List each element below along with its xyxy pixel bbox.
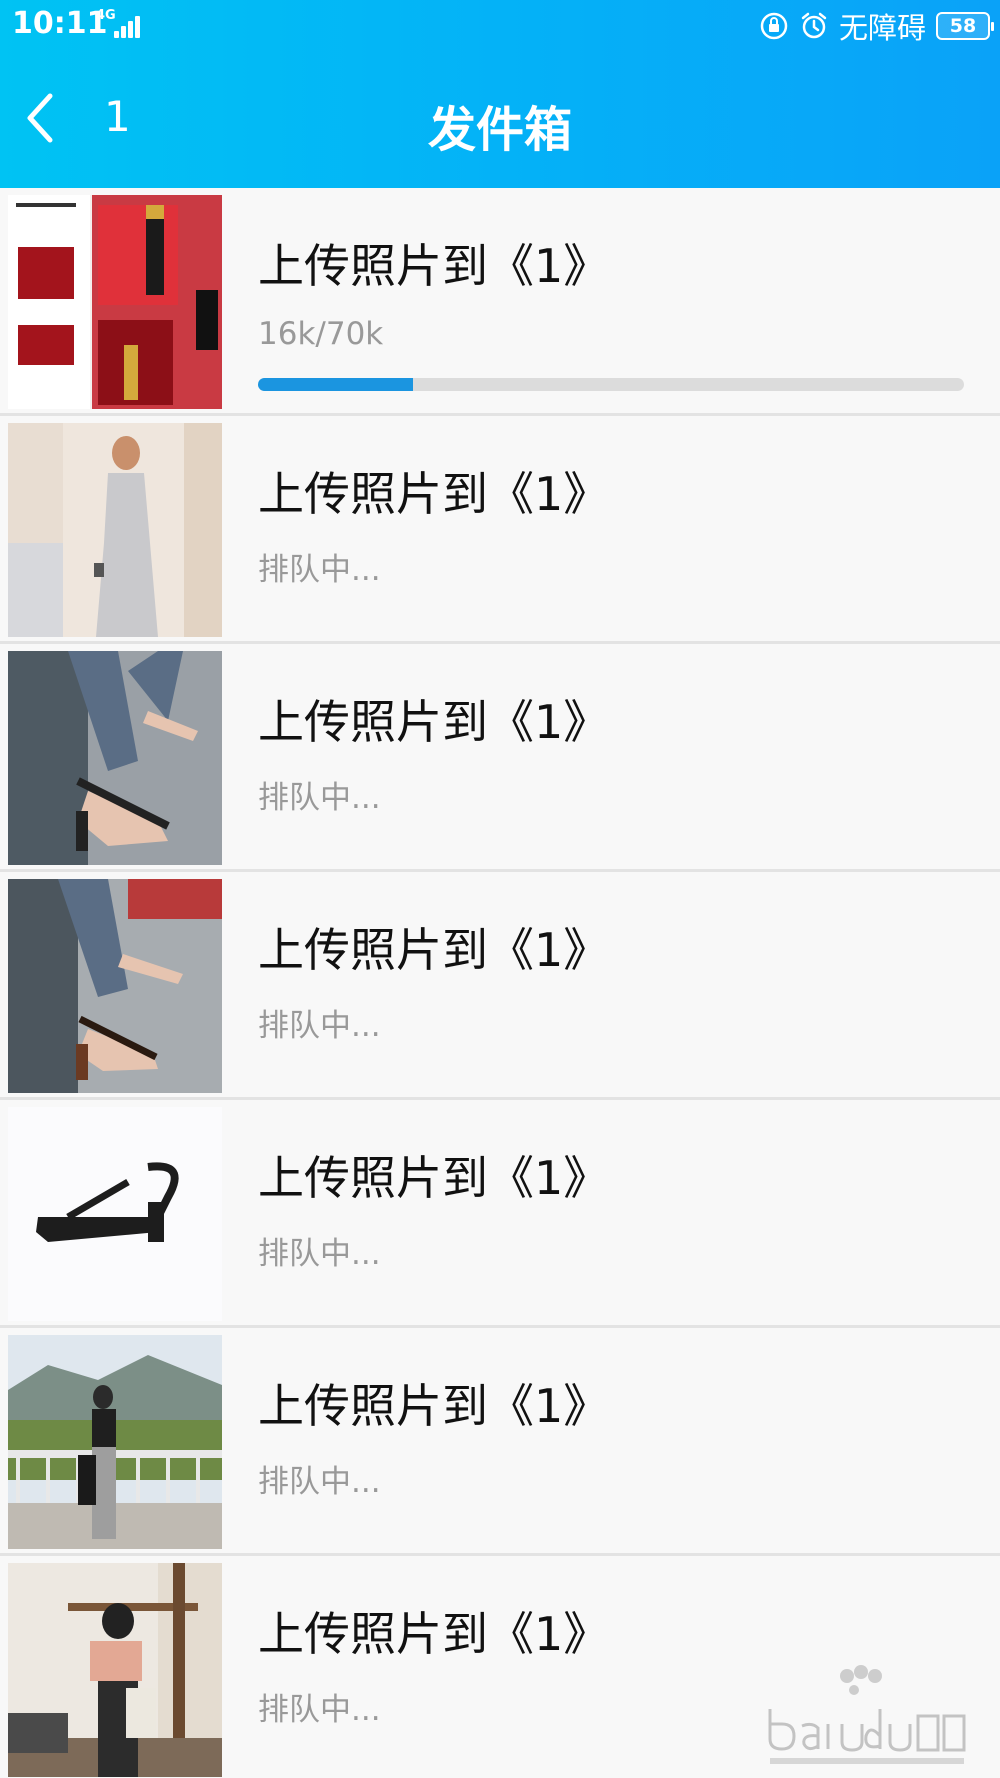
- photo-thumbnail: [8, 879, 222, 1093]
- app-header: 10:11 4G 无障碍 58 1 发件箱: [0, 0, 1000, 188]
- upload-item[interactable]: 上传照片到《1》 排队中...: [0, 872, 1000, 1100]
- upload-item[interactable]: 上传照片到《1》 排队中...: [0, 416, 1000, 644]
- upload-progress-fill: [258, 378, 414, 391]
- upload-progress-text: 16k/70k: [258, 316, 384, 352]
- upload-title: 上传照片到《1》: [258, 695, 610, 749]
- status-bar: 10:11 4G 无障碍 58: [0, 0, 1000, 50]
- photo-thumbnail: [8, 1107, 222, 1321]
- upload-progress-bar: [258, 378, 964, 391]
- upload-status: 排队中...: [258, 780, 381, 816]
- alarm-icon: [801, 12, 827, 39]
- upload-title: 上传照片到《1》: [258, 1379, 610, 1433]
- rotation-lock-icon: [760, 12, 788, 40]
- upload-status: 排队中...: [258, 1692, 381, 1728]
- upload-title: 上传照片到《1》: [258, 1151, 610, 1205]
- status-icons: 无障碍 58: [759, 6, 994, 46]
- upload-item[interactable]: 上传照片到《1》 排队中...: [0, 644, 1000, 872]
- upload-item[interactable]: 上传照片到《1》 排队中...: [0, 1328, 1000, 1556]
- photo-thumbnail: [8, 1335, 222, 1549]
- page-title: 发件箱: [427, 102, 572, 158]
- status-time: 10:11: [12, 6, 108, 41]
- upload-item[interactable]: 上传照片到《1》 16k/70k: [0, 188, 1000, 416]
- signal-icon: [112, 14, 146, 38]
- upload-title: 上传照片到《1》: [258, 239, 610, 293]
- battery-level: 58: [949, 15, 977, 37]
- upload-title: 上传照片到《1》: [258, 467, 610, 521]
- upload-status: 排队中...: [258, 1008, 381, 1044]
- upload-title: 上传照片到《1》: [258, 1607, 610, 1661]
- upload-list: 上传照片到《1》 16k/70k 上传照片到《1》 排队中... 上传照片到《1…: [0, 188, 1000, 1778]
- upload-status: 排队中...: [258, 1236, 381, 1272]
- upload-status: 排队中...: [258, 552, 381, 588]
- accessibility-label: 无障碍: [838, 11, 926, 45]
- upload-status: 排队中...: [258, 1464, 381, 1500]
- battery-icon: 58: [936, 12, 994, 40]
- photo-thumbnail: [8, 423, 222, 637]
- baidu-jingyan-watermark-logo: [768, 1665, 966, 1764]
- photo-thumbnail: [8, 1563, 222, 1777]
- upload-title: 上传照片到《1》: [258, 923, 610, 977]
- upload-item[interactable]: 上传照片到《1》 排队中...: [0, 1100, 1000, 1328]
- photo-thumbnail: [8, 651, 222, 865]
- photo-thumbnail: [8, 195, 222, 409]
